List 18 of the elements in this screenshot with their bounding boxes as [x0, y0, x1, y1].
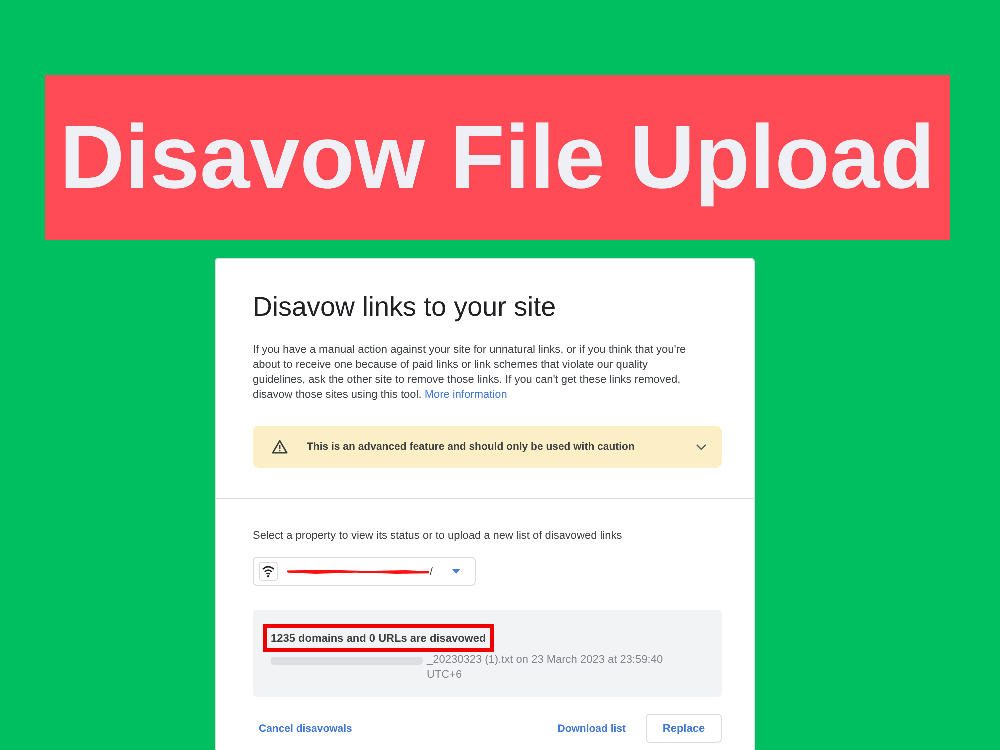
- property-url-text: /: [430, 566, 434, 578]
- wifi-icon: [259, 562, 278, 581]
- card-title: Disavow links to your site: [253, 292, 558, 322]
- disavowed-summary-text: 1235 domains and 0 URLs are disavowed: [271, 633, 486, 645]
- download-list-link[interactable]: Download list: [552, 718, 632, 738]
- property-selector[interactable]: /: [253, 557, 476, 586]
- warning-icon: [272, 440, 288, 454]
- property-prompt-text: Select a property to view its status or to upload a new list of disavowed links: [253, 529, 624, 544]
- upload-info-text: _20230323 (1).txt on 23 March 2023 at 23:59:40 UTC+6: [427, 653, 664, 683]
- replace-button[interactable]: Replace: [646, 714, 722, 743]
- warning-text: This is an advanced feature and should only be used with caution: [307, 441, 635, 453]
- chevron-down-icon[interactable]: [696, 444, 707, 450]
- caret-icon: [452, 569, 462, 574]
- more-information-link[interactable]: More information: [424, 389, 508, 401]
- banner-title: Disavow File Upload: [60, 106, 936, 210]
- description-text: If you have a manual action against your site for unnatural links, or if you think that you're about to receive one because of paid links or link schemes that violate our quality guidelines, ask the other site to remove those links. If you can't get these links removed, disavow those sites using this tool. More information: [253, 343, 688, 403]
- warning-banner[interactable]: This is an advanced feature and should only be used with caution: [253, 426, 722, 468]
- cancel-disavowals-link[interactable]: Cancel disavowals: [253, 718, 358, 738]
